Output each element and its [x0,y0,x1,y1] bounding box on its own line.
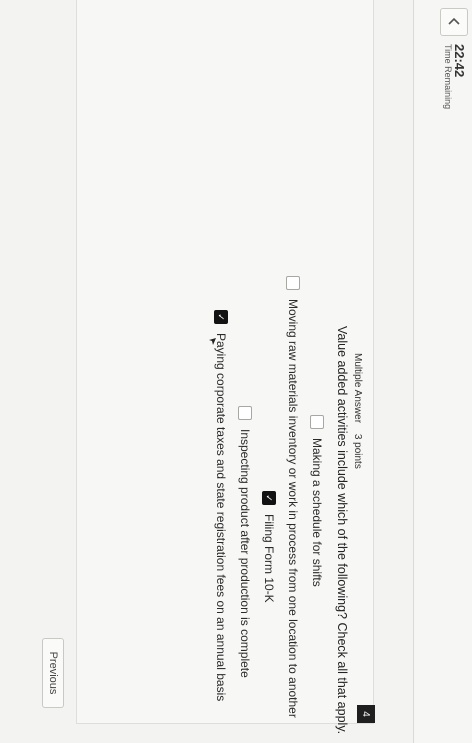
quiz-page: 22:42 Time Remaining 4 Multiple Answer 3… [0,0,472,743]
answer-option[interactable]: Inspecting product after production is c… [238,406,252,678]
timer-value: 22:42 [452,44,467,78]
answer-option-label: Moving raw materials inventory or work i… [286,299,300,718]
checkbox-checked[interactable]: ✓ [262,491,276,505]
previous-button[interactable]: Previous [42,638,64,708]
back-button[interactable] [440,8,468,36]
answer-option-label: Inspecting product after production is c… [238,429,252,678]
timer: 22:42 Time Remaining [443,44,467,110]
answer-option[interactable]: Making a schedule for shifts [310,415,324,587]
question-card: 4 Multiple Answer 3 points Value added a… [76,0,375,734]
top-bar: 22:42 Time Remaining [413,0,472,743]
answer-options: Making a schedule for shifts Moving raw … [77,0,373,723]
checkmark-icon: ✓ [264,494,275,502]
timer-label: Time Remaining [443,44,454,110]
checkbox-checked[interactable]: ✓ [214,310,228,324]
checkbox[interactable] [238,406,252,420]
answer-option-label: Filing Form 10-K [262,514,276,603]
checkmark-icon: ✓ [216,313,227,321]
answer-option[interactable]: ✓ Paying corporate taxes and state regis… [214,310,228,701]
answer-option[interactable]: ✓ Filing Form 10-K [262,491,276,603]
checkbox[interactable] [286,276,300,290]
mouse-cursor-icon [209,338,216,345]
chevron-left-icon [448,17,460,25]
checkbox[interactable] [310,415,324,429]
answer-option-label: Making a schedule for shifts [310,438,324,587]
answer-option[interactable]: Moving raw materials inventory or work i… [286,276,300,718]
answer-option-label: Paying corporate taxes and state registr… [214,333,228,702]
